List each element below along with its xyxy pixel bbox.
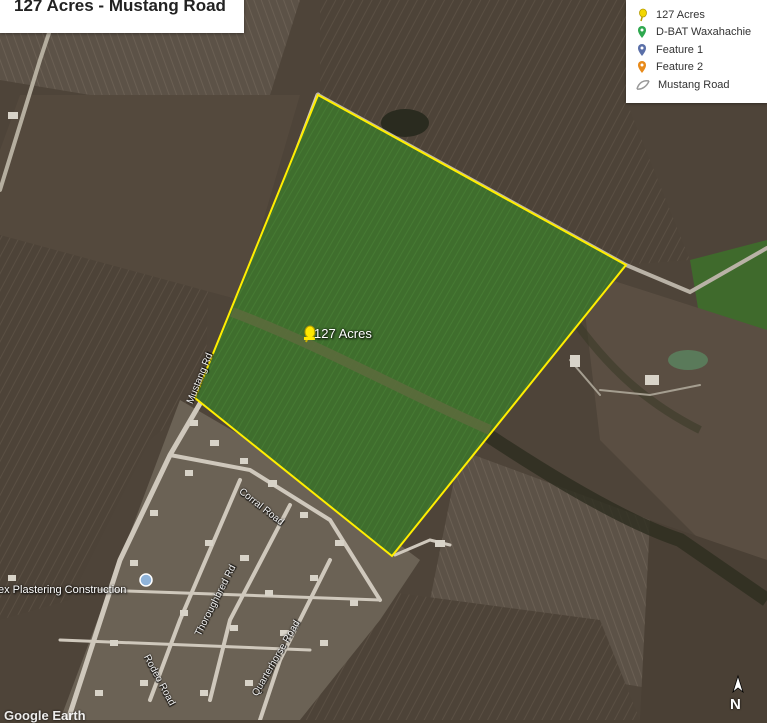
title-panel: 127 Acres - Mustang Road bbox=[0, 0, 244, 33]
green-placemark-icon bbox=[638, 26, 646, 38]
north-arrow-icon bbox=[732, 674, 744, 694]
north-label: N bbox=[730, 696, 741, 713]
placemark-icon[interactable] bbox=[139, 573, 153, 587]
legend-item-feature-2[interactable]: Feature 2 bbox=[636, 59, 703, 75]
legend-item-dbat[interactable]: D-BAT Waxahachie bbox=[636, 24, 751, 40]
satellite-map[interactable] bbox=[0, 0, 767, 720]
legend-panel: 127 Acres D-BAT Waxahachie Feature 1 Fea… bbox=[626, 0, 767, 103]
parcel-label: 127 Acres bbox=[314, 326, 372, 341]
north-arrow[interactable]: N bbox=[726, 674, 750, 716]
legend-label: Mustang Road bbox=[658, 79, 730, 91]
legend-label: Feature 2 bbox=[656, 61, 704, 73]
attribution: Google Earth bbox=[4, 708, 86, 723]
blue-placemark-icon bbox=[638, 44, 646, 56]
legend-label: D-BAT Waxahachie bbox=[656, 26, 752, 38]
legend-label: 127 Acres bbox=[656, 9, 705, 21]
legend-item-feature-1[interactable]: Feature 1 bbox=[636, 42, 703, 58]
pond bbox=[668, 350, 708, 370]
orange-placemark-icon bbox=[638, 61, 646, 73]
page-title: 127 Acres - Mustang Road bbox=[14, 0, 226, 15]
legend-item-127-acres[interactable]: 127 Acres bbox=[636, 7, 705, 23]
legend-label: Feature 1 bbox=[656, 44, 704, 56]
line-path-icon bbox=[636, 80, 650, 90]
business-label: ex Plastering Construction bbox=[0, 584, 127, 596]
yellow-pushpin-icon bbox=[639, 8, 647, 22]
legend-item-mustang-road[interactable]: Mustang Road bbox=[636, 77, 730, 93]
